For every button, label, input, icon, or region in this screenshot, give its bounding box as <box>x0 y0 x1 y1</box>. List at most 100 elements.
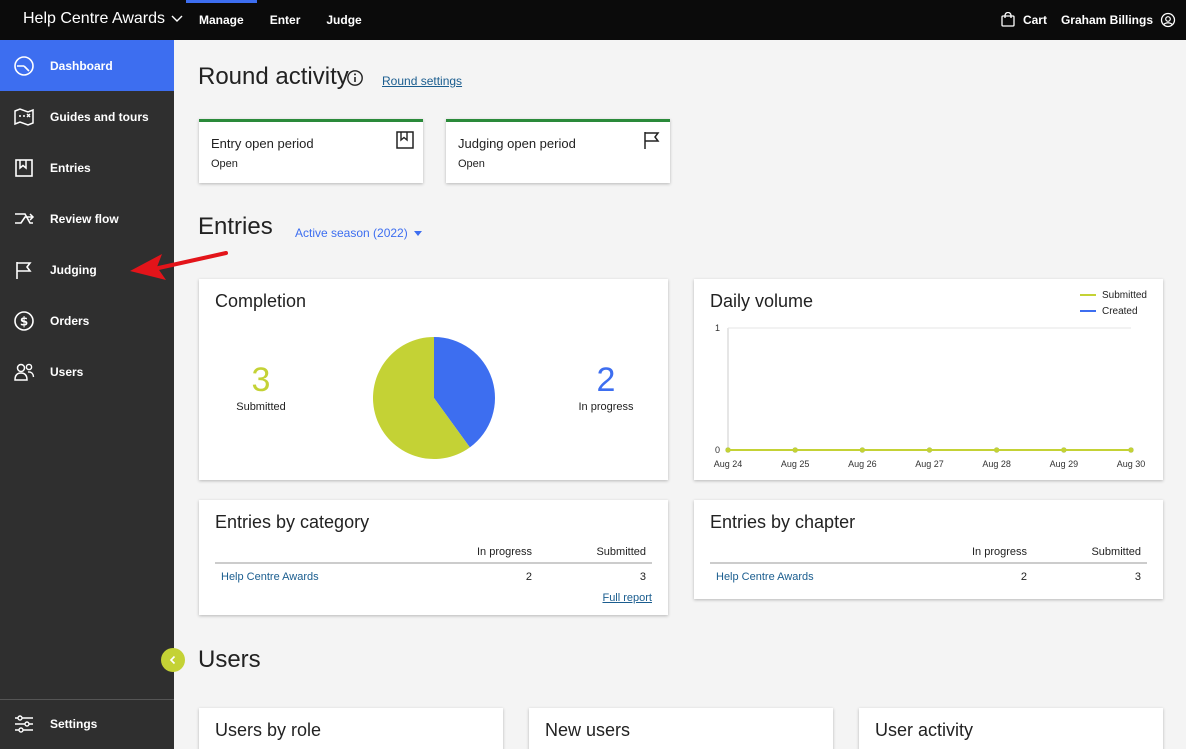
sidebar-item-entries[interactable]: Entries <box>0 142 174 193</box>
sidebar-item-dashboard[interactable]: Dashboard <box>0 40 174 91</box>
dollar-icon: $ <box>13 310 35 332</box>
table-header: In progress Submitted <box>215 542 652 564</box>
period-title: Entry open period <box>211 136 314 151</box>
cart-label: Cart <box>1022 13 1047 27</box>
table-row: Help Centre Awards 2 3 <box>710 564 1147 590</box>
sidebar-item-label: Settings <box>50 717 98 731</box>
x-tick-label: Aug 26 <box>848 459 877 469</box>
app-switcher[interactable]: Help Centre Awards <box>23 10 183 28</box>
sidebar-collapse-button[interactable] <box>161 648 185 672</box>
submitted-count: 3 <box>251 361 271 399</box>
completion-title: Completion <box>215 291 307 311</box>
in-progress-count: 2 <box>596 361 616 399</box>
top-nav: Manage Enter Judge <box>186 0 375 40</box>
round-settings-link[interactable]: Round settings <box>382 74 462 88</box>
user-name: Graham Billings <box>1060 13 1153 27</box>
y-tick-label: 0 <box>715 445 720 455</box>
sidebar-item-guides[interactable]: Guides and tours <box>0 91 174 142</box>
data-point-submitted[interactable] <box>1061 447 1067 453</box>
submitted-value: 3 <box>1134 571 1141 583</box>
legend-label: Submitted <box>1101 289 1147 301</box>
legend-swatch <box>1079 294 1096 296</box>
data-point-submitted[interactable] <box>725 447 731 453</box>
by-chapter-table: In progress Submitted Help Centre Awards… <box>710 542 1147 590</box>
annotation-arrow-icon <box>130 251 228 280</box>
users-icon <box>13 361 35 383</box>
sidebar-item-settings[interactable]: Settings <box>0 699 174 749</box>
bookmark-icon <box>396 131 414 149</box>
chapter-link[interactable]: Help Centre Awards <box>716 571 814 583</box>
info-icon[interactable] <box>346 69 364 87</box>
top-bar: Help Centre Awards Manage Enter Judge Ca… <box>0 0 1186 40</box>
legend-label: Created <box>1101 305 1138 317</box>
sidebar-item-review-flow[interactable]: Review flow <box>0 193 174 244</box>
by-category-table: In progress Submitted Help Centre Awards… <box>215 542 652 590</box>
by-chapter-title: Entries by chapter <box>710 512 856 532</box>
y-tick-label: 1 <box>715 323 720 333</box>
data-point-submitted[interactable] <box>859 447 865 453</box>
new-users-card: New users <box>529 708 833 749</box>
map-icon <box>13 106 35 128</box>
cart-icon <box>1001 12 1015 27</box>
sidebar-item-label: Users <box>50 364 84 379</box>
season-label: Active season (2022) <box>295 226 408 240</box>
entry-open-period-card: Entry open period Open <box>199 119 423 183</box>
legend-item-submitted[interactable]: Submitted <box>1079 287 1147 303</box>
data-point-submitted[interactable] <box>994 447 1000 453</box>
nav-manage[interactable]: Manage <box>186 0 257 40</box>
column-header-submitted: Submitted <box>596 546 646 558</box>
x-tick-label: Aug 30 <box>1117 459 1146 469</box>
daily-volume-title: Daily volume <box>710 291 814 311</box>
by-category-title: Entries by category <box>215 512 370 532</box>
in-progress-value: 2 <box>525 571 532 583</box>
sidebar-item-label: Guides and tours <box>50 109 149 124</box>
svg-text:$: $ <box>20 314 28 328</box>
legend-item-created[interactable]: Created <box>1079 303 1147 319</box>
in-progress-label: In progress <box>578 401 634 413</box>
submitted-stat: 3 Submitted <box>231 361 291 413</box>
chevron-down-icon <box>171 15 183 22</box>
daily-volume-card: 1 0 Aug 24 Aug 25 Aug 26 Aug 27 Aug 28 Aug 29 Au… <box>694 279 1163 480</box>
in-progress-stat: 2 In progress <box>571 361 641 413</box>
nav-judge[interactable]: Judge <box>313 0 374 40</box>
entries-by-category-card: Entries by category In progress Submitte… <box>199 500 668 615</box>
users-by-role-title: Users by role <box>215 720 322 740</box>
new-users-title: New users <box>545 720 631 740</box>
table-row: Help Centre Awards 2 3 <box>215 564 652 590</box>
submitted-label: Submitted <box>236 401 286 413</box>
period-status: Open <box>211 158 238 170</box>
judging-open-period-card: Judging open period Open <box>446 119 670 183</box>
entries-by-chapter-card: Entries by chapter In progress Submitted… <box>694 500 1163 599</box>
user-activity-title: User activity <box>875 720 974 740</box>
flag-icon <box>13 259 35 281</box>
sidebar-item-label: Entries <box>50 160 91 175</box>
sidebar: Dashboard Guides and tours Entries Revie… <box>0 40 174 749</box>
data-point-submitted[interactable] <box>926 447 933 453</box>
review-flow-icon <box>13 208 35 230</box>
user-menu[interactable]: Graham Billings <box>1061 12 1176 28</box>
column-header-in-progress: In progress <box>476 546 532 558</box>
sidebar-item-label: Dashboard <box>50 58 113 73</box>
top-right-menu: Cart Graham Billings <box>1000 0 1176 40</box>
season-dropdown[interactable]: Active season (2022) <box>295 226 422 240</box>
user-activity-card: User activity <box>859 708 1163 749</box>
chart-legend: Submitted Created <box>1079 287 1147 319</box>
users-title: Users <box>198 646 261 673</box>
main-content: Round activity Round settings Entry open… <box>174 40 1186 749</box>
cart-button[interactable]: Cart <box>1000 12 1047 28</box>
data-point-submitted[interactable] <box>792 447 798 453</box>
sidebar-item-orders[interactable]: $ Orders <box>0 295 174 346</box>
completion-pie-chart <box>372 337 495 459</box>
nav-enter[interactable]: Enter <box>257 0 314 40</box>
full-report-link[interactable]: Full report <box>602 592 652 604</box>
app-name: Help Centre Awards <box>23 10 165 27</box>
table-header: In progress Submitted <box>710 542 1147 564</box>
data-point-submitted[interactable] <box>1128 447 1134 453</box>
completion-card: Completion 3 Submitted 2 In progress <box>199 279 668 480</box>
period-title: Judging open period <box>458 136 576 151</box>
category-link[interactable]: Help Centre Awards <box>221 571 319 583</box>
x-tick-label: Aug 25 <box>781 459 810 469</box>
sidebar-item-users[interactable]: Users <box>0 346 174 397</box>
users-by-role-card: Users by role <box>199 708 503 749</box>
column-header-in-progress: In progress <box>971 546 1027 558</box>
